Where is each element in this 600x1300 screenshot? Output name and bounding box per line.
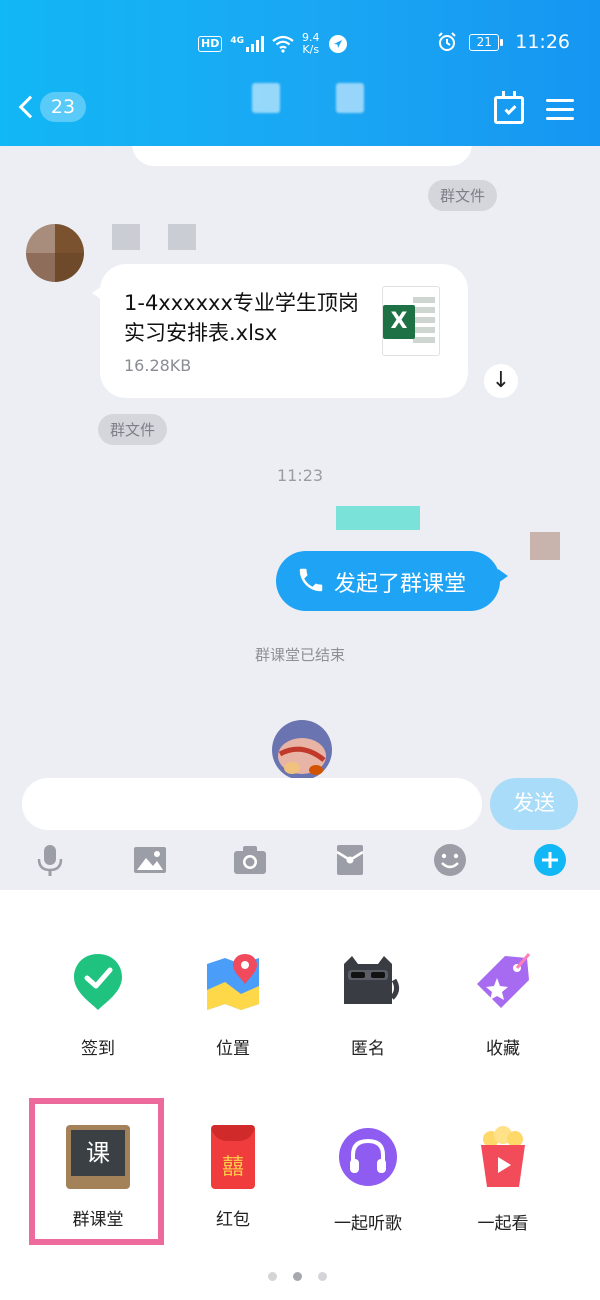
app-label: 位置 [216, 1039, 250, 1059]
sender-avatar[interactable] [26, 224, 84, 282]
app-label: 红包 [216, 1210, 250, 1230]
system-message: 群课堂已结束 [254, 646, 345, 664]
app-anonymous[interactable]: 匿名 [303, 950, 433, 1059]
status-bar: HD 4G 9.4 K/s 21 11:26 [0, 28, 600, 62]
app-group-class[interactable]: 课 群课堂 [33, 1125, 163, 1230]
page-dot[interactable] [268, 1272, 277, 1281]
sticker-image[interactable] [266, 716, 338, 778]
signal-icon: 4G [230, 36, 264, 52]
page-dot-active[interactable] [293, 1272, 302, 1281]
favorite-tag-icon [477, 953, 531, 1008]
page-dot[interactable] [318, 1272, 327, 1281]
input-area: 发送 [0, 778, 600, 890]
file-size: 16.28KB [124, 356, 192, 375]
image-icon[interactable] [132, 842, 168, 878]
download-button[interactable]: ↓ [484, 364, 518, 398]
chat-messages[interactable]: 群文件 1-4xxxxxx专业学生顶岗实习安排表.xlsx 16.28KB X … [0, 146, 600, 778]
app-red-envelope[interactable]: 囍 红包 [168, 1125, 298, 1230]
clock: 11:26 [515, 31, 570, 53]
app-label: 收藏 [486, 1039, 520, 1059]
navigation-icon [328, 35, 347, 53]
app-watch-together[interactable]: 一起看 [438, 1125, 568, 1234]
app-label: 签到 [81, 1039, 115, 1059]
input-toolbar [0, 840, 600, 884]
call-text: 发起了群课堂 [334, 572, 467, 597]
message-input[interactable] [22, 778, 482, 830]
wifi-icon [272, 35, 294, 53]
sender-name [112, 224, 140, 250]
sender-name-part [168, 224, 196, 250]
app-label: 一起看 [477, 1214, 529, 1234]
chat-header: HD 4G 9.4 K/s 21 11:26 23 [0, 0, 600, 146]
app-label: 群课堂 [72, 1210, 124, 1230]
alarm-icon [438, 32, 456, 51]
app-favorites[interactable]: 收藏 [438, 950, 568, 1059]
more-apps-panel: 签到 位置 匿名 收藏 课 群课堂 囍 红包 一起听歌 一起看 [0, 890, 600, 1300]
anonymous-cat-icon [344, 956, 400, 1004]
back-chevron-icon [18, 95, 42, 119]
microphone-icon[interactable] [32, 842, 68, 878]
file-message-bubble[interactable]: 1-4xxxxxx专业学生顶岗实习安排表.xlsx 16.28KB X [92, 264, 468, 398]
my-avatar[interactable] [530, 532, 560, 560]
send-button[interactable]: 发送 [490, 778, 578, 830]
app-location[interactable]: 位置 [168, 950, 298, 1059]
previous-message-bubble [132, 146, 472, 166]
chat-title [252, 83, 392, 123]
app-label: 匿名 [351, 1039, 385, 1059]
back-button[interactable]: 23 [18, 92, 86, 122]
app-check-in[interactable]: 签到 [33, 950, 163, 1059]
popcorn-icon [481, 1126, 525, 1187]
emoji-icon[interactable] [432, 842, 468, 878]
calendar-icon[interactable] [494, 90, 524, 124]
group-class-call-bubble[interactable]: 发起了群课堂 [276, 551, 508, 611]
check-in-icon [74, 954, 122, 1010]
hd-indicator: HD [198, 36, 223, 52]
phone-icon [299, 568, 323, 592]
camera-icon[interactable] [232, 842, 268, 878]
group-file-tag: 群文件 [98, 414, 168, 445]
network-type: 4G [230, 36, 244, 46]
red-envelope-icon: 囍 [211, 1125, 255, 1189]
plus-icon[interactable] [532, 842, 568, 878]
menu-icon[interactable] [546, 93, 574, 126]
app-label: 一起听歌 [334, 1214, 402, 1234]
headphones-icon [339, 1128, 397, 1186]
blackboard-text: 课 [71, 1130, 125, 1176]
message-timestamp: 11:23 [276, 466, 324, 485]
red-packet-icon[interactable] [332, 842, 368, 878]
page-indicator[interactable] [268, 1272, 327, 1281]
battery-indicator: 21 [469, 33, 504, 51]
my-name [336, 506, 420, 530]
group-file-tag: 群文件 [428, 180, 498, 211]
excel-icon: X [382, 286, 440, 356]
envelope-glyph: 囍 [221, 1155, 244, 1180]
network-speed: 9.4 K/s [302, 32, 320, 56]
file-name: 1-4xxxxxx专业学生顶岗实习安排表.xlsx [124, 291, 359, 345]
location-icon [207, 954, 259, 1010]
blackboard-icon: 课 [66, 1125, 130, 1189]
unread-count-badge: 23 [40, 92, 86, 122]
speed-unit: K/s [302, 43, 320, 56]
app-listen-together[interactable]: 一起听歌 [303, 1125, 433, 1234]
